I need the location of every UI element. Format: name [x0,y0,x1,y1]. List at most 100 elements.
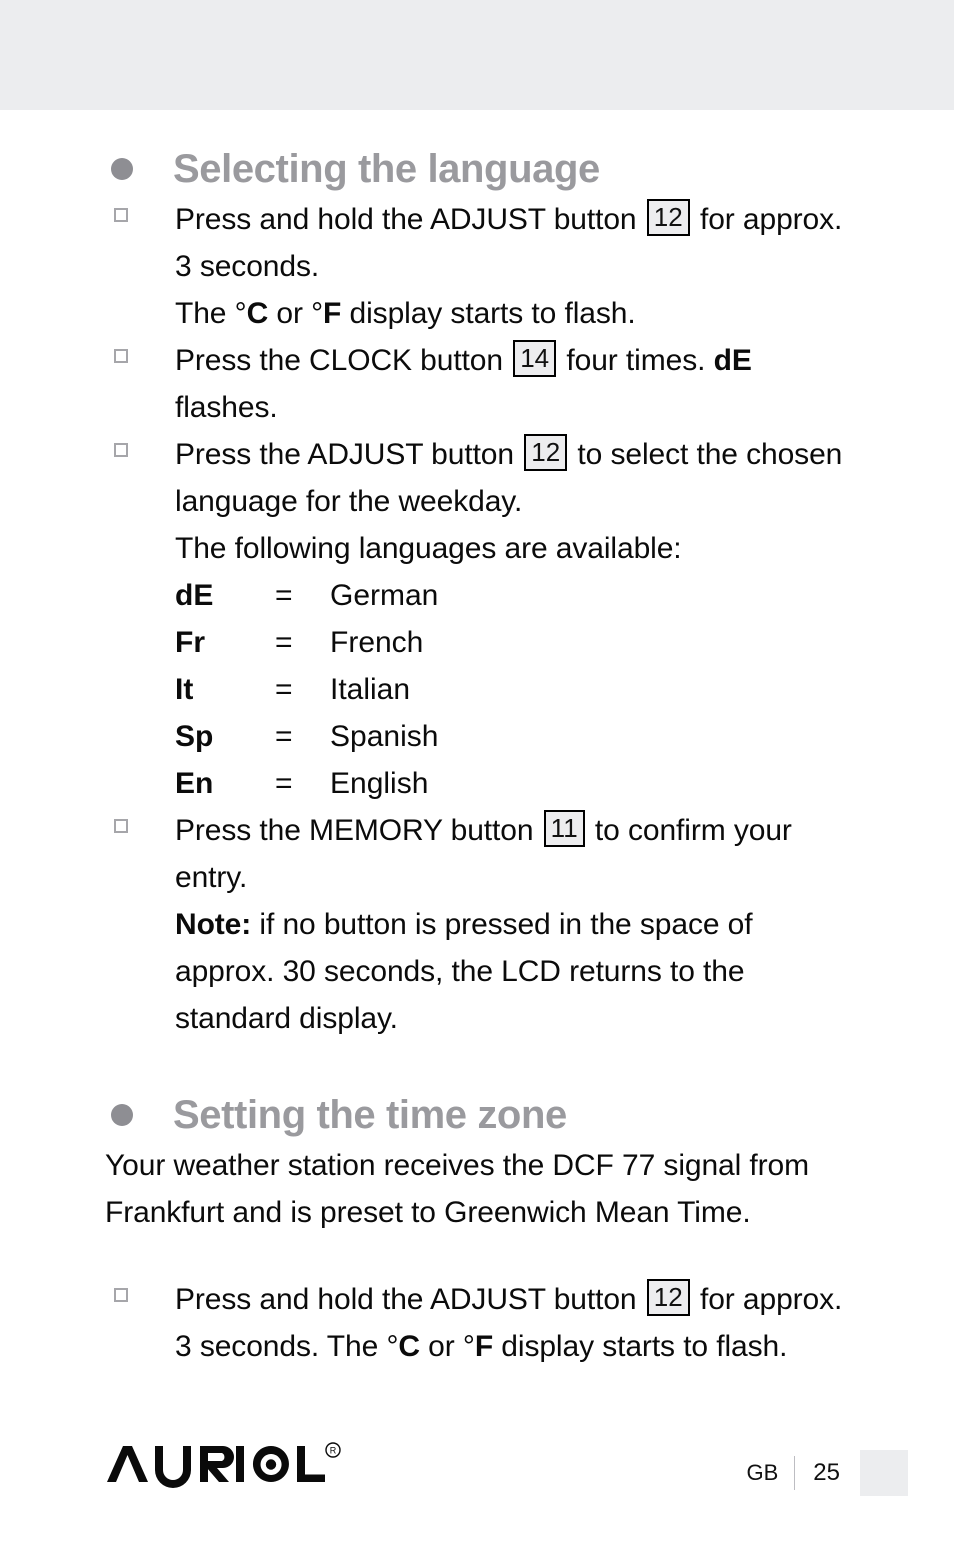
table-row: Sp = Spanish [175,713,438,760]
step-line: Press and hold the ADJUST button 12 for … [175,196,850,243]
square-bullet-icon [114,443,128,457]
step-text: approx. 30 seconds, the LCD returns to t… [175,955,745,988]
reference-box: 12 [524,434,568,471]
celsius-letter: C [398,1330,420,1363]
step-text: Press the CLOCK button [175,344,503,377]
note-label: Note: [175,908,252,941]
fahrenheit-letter: F [474,1330,494,1363]
degree-symbol: ° [234,297,247,330]
step-text: language for the weekday. [175,485,523,518]
step-line: standard display. [175,995,850,1042]
step-line: Press the MEMORY button 11 to confirm yo… [175,807,850,854]
step-line: approx. 30 seconds, the LCD returns to t… [175,948,850,995]
step-text: standard display. [175,1002,398,1035]
step-list-time-zone: Press and hold the ADJUST button 12 for … [105,1276,850,1370]
equals-sign: = [275,579,293,612]
square-bullet-icon [114,349,128,363]
auriol-logo: R [105,1442,341,1488]
step-line: The °C or °F display starts to flash. [175,290,850,337]
step-text: Press and hold the ADJUST button [175,1283,637,1316]
step-text: if no button is pressed in the space of [259,908,753,941]
language-code: dE [175,579,214,612]
content-column: Selecting the language Press and hold th… [105,148,850,1370]
equals-sign: = [275,673,293,706]
display-code: dE [713,344,752,377]
page-footer: R GB 25 [105,1442,908,1502]
page-number: 25 [813,1459,840,1486]
heading-label: Selecting the language [173,147,600,191]
step-text: for approx. [699,203,843,236]
bullet-dot-icon [111,158,133,180]
language-code: Sp [175,720,214,753]
reference-box: 12 [646,199,690,236]
step-text: Press the MEMORY button [175,814,534,847]
step-text: The [175,297,227,330]
square-bullet-icon [114,208,128,222]
step-line: entry. [175,854,850,901]
degree-symbol: ° [386,1330,399,1363]
intro-paragraph-line: Frankfurt and is preset to Greenwich Mea… [105,1196,751,1229]
degree-symbol: ° [462,1330,475,1363]
equals-sign: = [275,720,293,753]
list-item: Press the CLOCK button 14 four times. dE… [105,337,850,431]
table-row: It = Italian [175,666,438,713]
step-text: Press and hold the ADJUST button [175,203,637,236]
step-line: The following languages are available: [175,525,850,572]
language-name: German [330,579,439,612]
top-gray-band [0,0,954,110]
celsius-letter: C [246,297,269,330]
heading-label: Setting the time zone [173,1093,567,1137]
step-text: display starts to flash. [349,297,636,330]
step-list-language: Press and hold the ADJUST button 12 for … [105,196,850,1042]
square-bullet-icon [114,1288,128,1302]
folio-language-code: GB [746,1460,779,1485]
section-heading-setting-the-time-zone: Setting the time zone [105,1094,850,1136]
fahrenheit-letter: F [323,297,342,330]
step-line: language for the weekday. [175,478,850,525]
step-text: entry. [175,861,248,894]
step-text: to confirm your [594,814,792,847]
square-bullet-icon [114,819,128,833]
step-text: or [276,297,303,330]
folio-block: GB 25 [746,1450,908,1496]
step-text: four times. [566,344,706,377]
step-text: to select the chosen [577,438,843,471]
language-code: It [175,673,194,706]
list-item: Press the MEMORY button 11 to confirm yo… [105,807,850,1042]
step-text: 3 seconds. The [175,1330,379,1363]
language-code: Fr [175,626,205,659]
table-row: dE = German [175,572,438,619]
step-line: flashes. [175,384,850,431]
language-code: En [175,767,214,800]
step-text: flashes. [175,391,278,424]
step-text: The following languages are available: [175,532,682,565]
section-heading-selecting-the-language: Selecting the language [105,148,850,190]
svg-text:R: R [330,1446,337,1456]
folio-gray-block [860,1450,908,1496]
auriol-wordmark-icon: R [107,1442,341,1488]
reference-box: 14 [513,340,557,377]
step-text: or [428,1330,455,1363]
language-name: Italian [330,673,411,706]
list-item: Press the ADJUST button 12 to select the… [105,431,850,807]
table-row: En = English [175,760,438,807]
page-body: Selecting the language Press and hold th… [0,110,954,1551]
step-line: Press the CLOCK button 14 four times. dE [175,337,850,384]
step-line: Note: if no button is pressed in the spa… [175,901,850,948]
step-line: 3 seconds. [175,243,850,290]
step-text: display starts to flash. [501,1330,788,1363]
reference-box: 12 [646,1279,690,1316]
degree-symbol: ° [311,297,324,330]
language-code-table: dE = German Fr = French It = Italian Sp … [175,572,438,807]
step-text: Press the ADJUST button [175,438,514,471]
equals-sign: = [275,626,293,659]
step-line: 3 seconds. The °C or °F display starts t… [175,1323,850,1370]
bullet-dot-icon [111,1104,133,1126]
language-name: French [330,626,424,659]
step-line: Press and hold the ADJUST button 12 for … [175,1276,850,1323]
equals-sign: = [275,767,293,800]
step-line: Press the ADJUST button 12 to select the… [175,431,850,478]
language-name: English [330,767,429,800]
